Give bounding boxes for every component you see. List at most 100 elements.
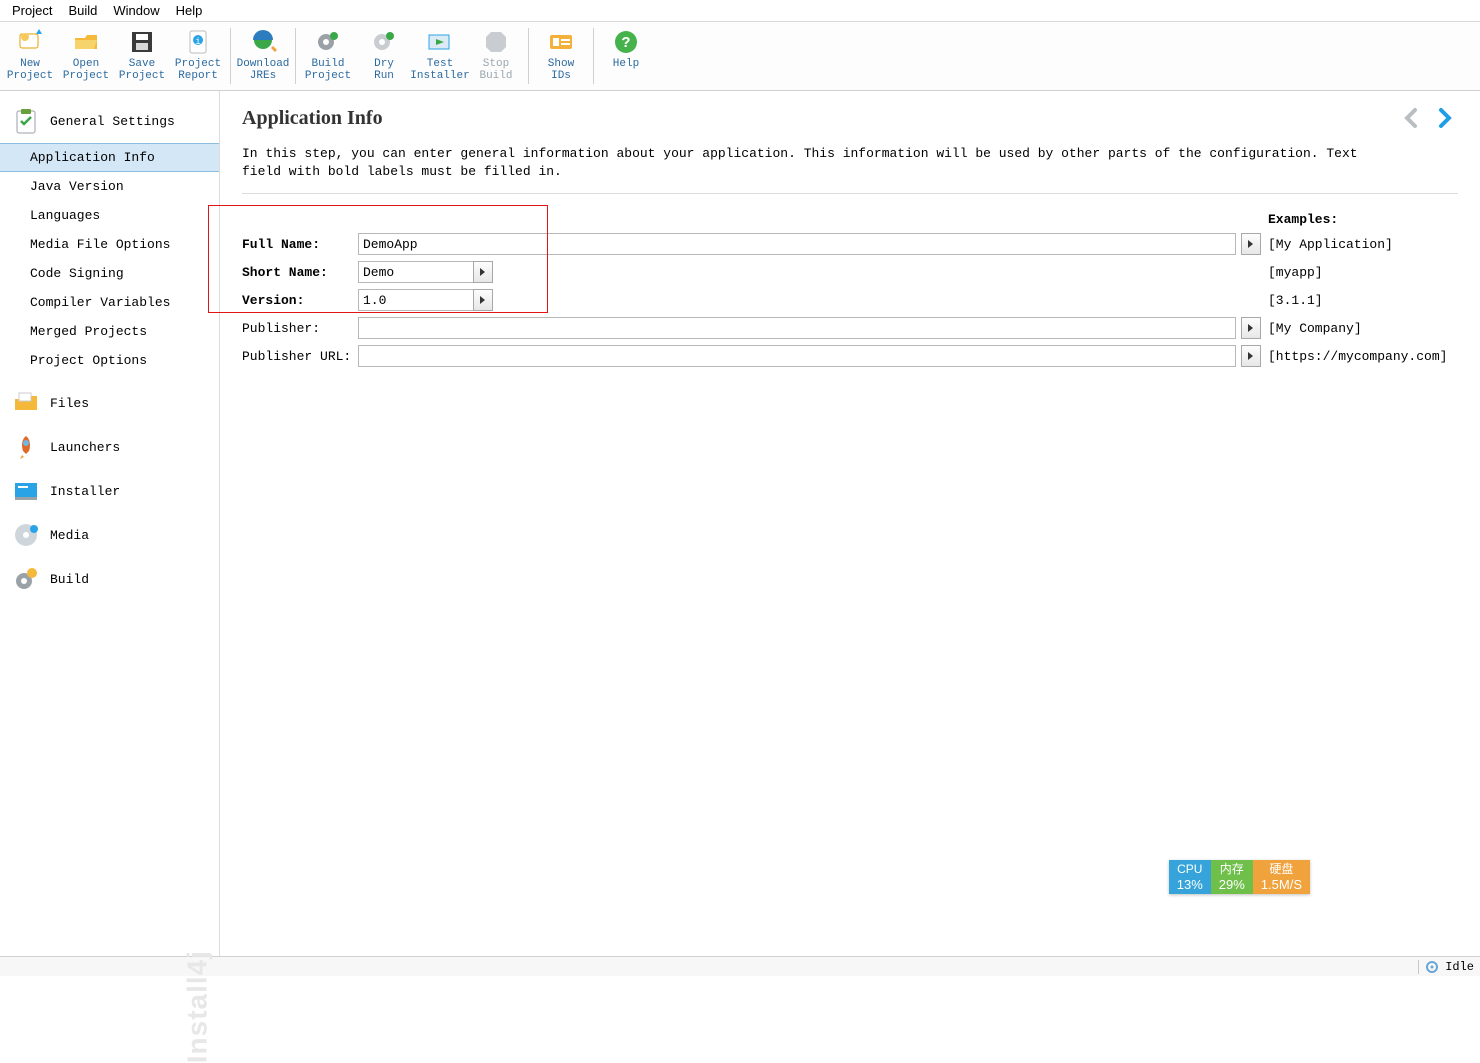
sidebar-item-application-info[interactable]: Application Info (0, 143, 219, 172)
perf-cpu-value: 13% (1177, 877, 1203, 892)
tb-save-project[interactable]: Save Project (114, 26, 170, 82)
examples-header: Examples: (1268, 212, 1458, 227)
sidebar-section-label: Installer (50, 484, 120, 499)
sidebar-item-media-file-options[interactable]: Media File Options (0, 230, 219, 259)
example-publisher: [My Company] (1268, 321, 1458, 336)
toolbar-separator (528, 28, 529, 84)
sidebar-section-label: General Settings (50, 114, 175, 129)
input-version[interactable] (358, 289, 474, 311)
tb-jres-label: Download JREs (237, 58, 290, 82)
input-publisher-url[interactable] (358, 345, 1236, 367)
tb-build-project[interactable]: Build Project (300, 26, 356, 82)
perf-widget[interactable]: CPU 13% 内存 29% 硬盘 1.5M/S (1169, 860, 1310, 894)
sidebar-section-label: Build (50, 572, 89, 587)
tb-help[interactable]: ? Help (598, 26, 654, 70)
save-icon (128, 28, 156, 56)
label-publisher: Publisher: (242, 321, 352, 336)
nav-prev-button[interactable] (1398, 105, 1424, 131)
open-folder-icon (72, 28, 100, 56)
label-short-name: Short Name: (242, 265, 352, 280)
perf-mem-value: 29% (1219, 877, 1245, 892)
dry-run-icon (370, 28, 398, 56)
tb-download-jres[interactable]: Download JREs (235, 26, 291, 82)
form: Examples: Full Name: [My Application] Sh… (242, 212, 1458, 367)
sidebar-section-label: Files (50, 396, 89, 411)
menu-help[interactable]: Help (170, 2, 209, 19)
page-description: In this step, you can enter general info… (242, 145, 1362, 181)
dropdown-short-name[interactable] (473, 261, 493, 283)
tb-save-label: Save Project (119, 58, 165, 82)
media-icon (12, 521, 40, 549)
example-full-name: [My Application] (1268, 237, 1458, 252)
rocket-icon (12, 433, 40, 461)
tb-test-label: Test Installer (410, 58, 469, 82)
menu-window[interactable]: Window (107, 2, 165, 19)
label-publisher-url: Publisher URL: (242, 349, 352, 364)
dropdown-publisher[interactable] (1241, 317, 1261, 339)
perf-mem-header: 内存 (1219, 862, 1245, 877)
download-jres-icon (249, 28, 277, 56)
toolbar: New Project Open Project Save Project i … (0, 22, 1480, 91)
input-publisher[interactable] (358, 317, 1236, 339)
nav-next-button[interactable] (1432, 105, 1458, 131)
perf-disk-header: 硬盘 (1261, 862, 1302, 877)
tb-project-report[interactable]: i Project Report (170, 26, 226, 82)
sidebar-section-general[interactable]: General Settings (0, 99, 219, 143)
stop-icon (482, 28, 510, 56)
show-ids-icon (547, 28, 575, 56)
clipboard-check-icon (12, 107, 40, 135)
tb-report-label: Project Report (175, 58, 221, 82)
sidebar-item-project-options[interactable]: Project Options (0, 346, 219, 375)
tb-help-label: Help (613, 58, 639, 70)
sidebar: General Settings Application Info Java V… (0, 91, 220, 956)
sidebar-section-installer[interactable]: Installer (0, 469, 219, 513)
gear-icon (1425, 960, 1439, 974)
build-project-icon (314, 28, 342, 56)
label-version: Version: (242, 293, 352, 308)
tb-new-label: New Project (7, 58, 53, 82)
toolbar-separator (295, 28, 296, 84)
toolbar-separator (230, 28, 231, 84)
sidebar-item-compiler-variables[interactable]: Compiler Variables (0, 288, 219, 317)
perf-disk-value: 1.5M/S (1261, 877, 1302, 892)
tb-new-project[interactable]: New Project (2, 26, 58, 82)
page-title: Application Info (242, 107, 1390, 130)
menu-bar: Project Build Window Help (0, 0, 1480, 22)
sidebar-section-media[interactable]: Media (0, 513, 219, 557)
tb-dry-run[interactable]: Dry Run (356, 26, 412, 82)
sidebar-section-label: Launchers (50, 440, 120, 455)
example-short-name: [myapp] (1268, 265, 1458, 280)
watermark: Install4j (181, 950, 213, 1063)
svg-text:?: ? (621, 35, 630, 52)
status-bar: Idle (0, 956, 1480, 976)
tb-open-project[interactable]: Open Project (58, 26, 114, 82)
installer-icon (12, 477, 40, 505)
dropdown-publisher-url[interactable] (1241, 345, 1261, 367)
sidebar-section-label: Media (50, 528, 89, 543)
sidebar-item-java-version[interactable]: Java Version (0, 172, 219, 201)
report-icon: i (184, 28, 212, 56)
svg-text:i: i (195, 37, 200, 47)
help-icon: ? (612, 28, 640, 56)
input-short-name[interactable] (358, 261, 474, 283)
new-project-icon (16, 28, 44, 56)
sidebar-item-languages[interactable]: Languages (0, 201, 219, 230)
example-version: [3.1.1] (1268, 293, 1458, 308)
sidebar-section-launchers[interactable]: Launchers (0, 425, 219, 469)
dropdown-version[interactable] (473, 289, 493, 311)
dropdown-full-name[interactable] (1241, 233, 1261, 255)
sidebar-item-merged-projects[interactable]: Merged Projects (0, 317, 219, 346)
tb-show-ids[interactable]: Show IDs (533, 26, 589, 82)
input-full-name[interactable] (358, 233, 1236, 255)
tb-test-installer[interactable]: Test Installer (412, 26, 468, 82)
menu-project[interactable]: Project (6, 2, 58, 19)
sidebar-section-build[interactable]: Build (0, 557, 219, 601)
tb-dry-label: Dry Run (374, 58, 394, 82)
tb-open-label: Open Project (63, 58, 109, 82)
tb-stop-label: Stop Build (479, 58, 512, 82)
sidebar-item-code-signing[interactable]: Code Signing (0, 259, 219, 288)
sidebar-section-files[interactable]: Files (0, 381, 219, 425)
content-pane: Application Info In this step, you can e… (220, 91, 1480, 956)
menu-build[interactable]: Build (62, 2, 103, 19)
test-installer-icon (426, 28, 454, 56)
